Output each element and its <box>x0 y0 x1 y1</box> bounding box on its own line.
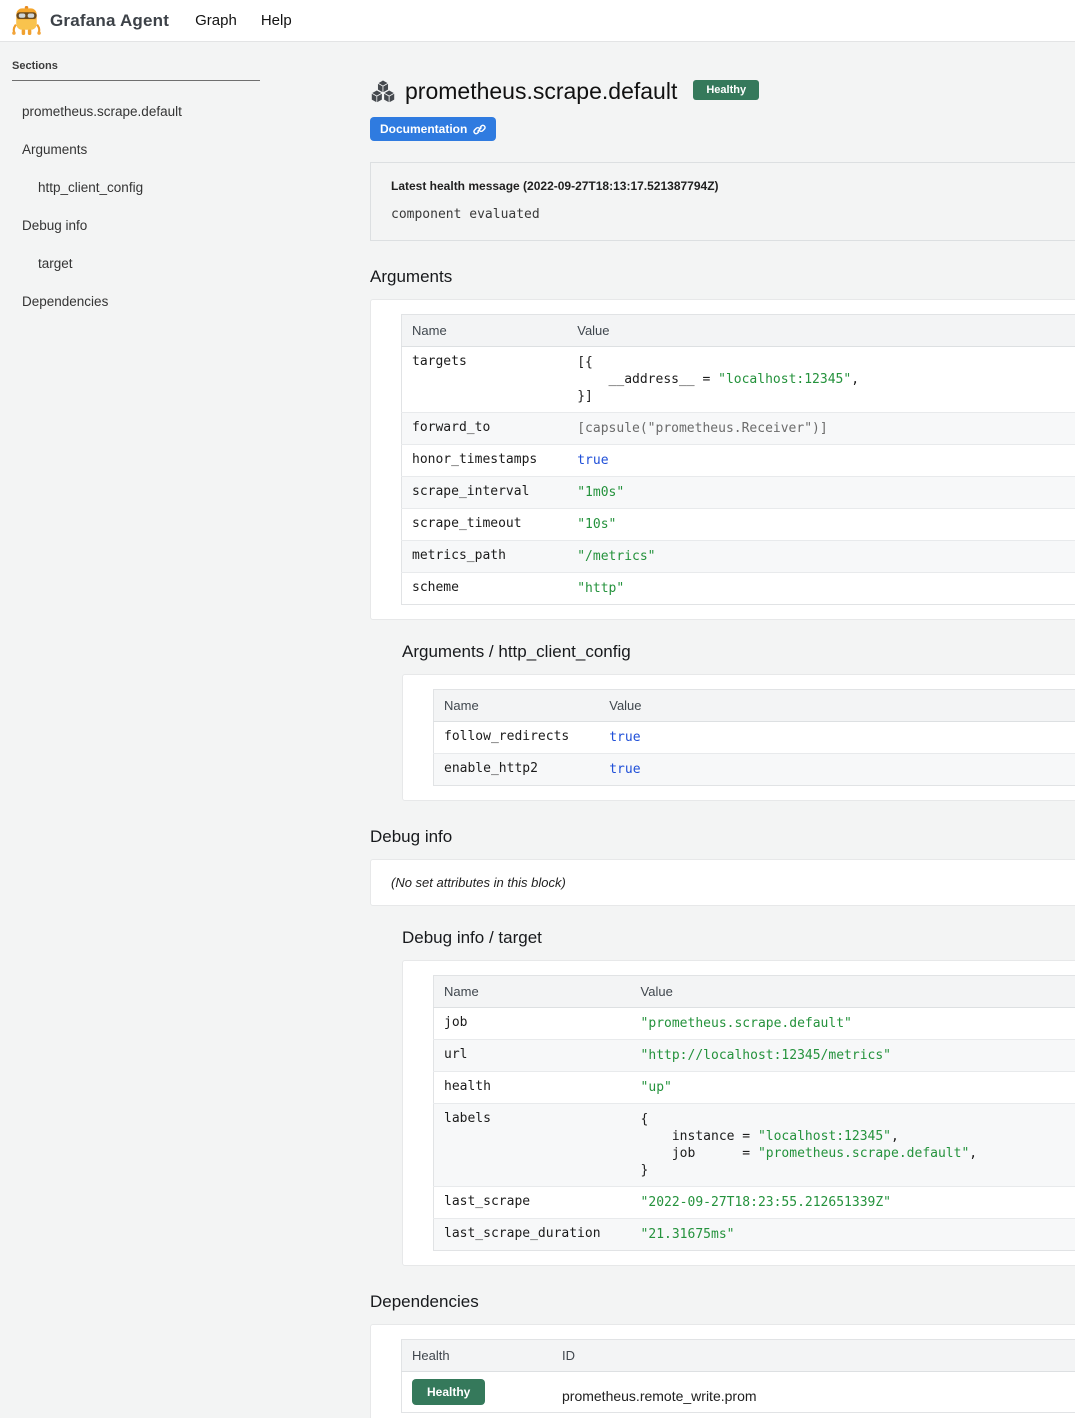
sidebar-item-prometheus-scrape-default[interactable]: prometheus.scrape.default <box>12 104 288 119</box>
nav-item-graph[interactable]: Graph <box>195 12 237 29</box>
top-header: Grafana Agent Graph Help <box>0 0 1075 42</box>
brand-name: Grafana Agent <box>50 11 169 31</box>
grafana-agent-mascot-icon <box>12 5 41 36</box>
dependencies-table: HealthID Healthy prometheus.remote_write.p… <box>401 1339 1075 1413</box>
attribute-name-cell: last_scrape_duration <box>434 1219 631 1251</box>
attribute-value-cell: "http" <box>567 573 1075 605</box>
table-row: honor_timestampstrue <box>402 445 1075 477</box>
http-client-config-heading: Arguments / http_client_config <box>402 642 1075 662</box>
attribute-value-cell: "http://localhost:12345/metrics" <box>631 1040 1075 1072</box>
attribute-value-cell: [capsule("prometheus.Receiver")] <box>567 413 1075 445</box>
debug-target-table: NameValuejob"prometheus.scrape.default"u… <box>433 975 1075 1251</box>
column-header: Name <box>434 690 600 722</box>
arguments-table: NameValuetargets[{ __address__ = "localh… <box>401 314 1075 605</box>
column-header: Name <box>434 976 631 1008</box>
table-row: targets[{ __address__ = "localhost:12345… <box>402 347 1075 413</box>
sections-title: Sections <box>12 60 288 72</box>
table-row: health"up" <box>434 1072 1075 1104</box>
debug-target-heading: Debug info / target <box>402 928 1075 948</box>
attribute-name-cell: honor_timestamps <box>402 445 568 477</box>
arguments-heading: Arguments <box>370 267 1075 287</box>
health-message-text: component evaluated <box>391 207 1075 222</box>
attribute-value-cell: "up" <box>631 1072 1075 1104</box>
health-status-badge: Healthy <box>693 80 759 100</box>
latest-health-message-box: Latest health message (2022-09-27T18:13:… <box>370 162 1075 241</box>
attribute-value-cell: [{ __address__ = "localhost:12345", }] <box>567 347 1075 413</box>
main-content: prometheus.scrape.default Healthy Docume… <box>370 42 1075 1418</box>
debug-target-card: NameValuejob"prometheus.scrape.default"u… <box>402 960 1075 1266</box>
attribute-name-cell: job <box>434 1008 631 1040</box>
debug-info-card: (No set attributes in this block) <box>370 859 1075 906</box>
attribute-value-cell: "/metrics" <box>567 541 1075 573</box>
table-row: scrape_interval"1m0s" <box>402 477 1075 509</box>
attribute-value-cell: true <box>599 722 1075 754</box>
arguments-card: NameValuetargets[{ __address__ = "localh… <box>370 299 1075 620</box>
sidebar-item-arguments[interactable]: Arguments <box>12 142 288 157</box>
link-icon <box>473 123 486 136</box>
http-client-config-table: NameValuefollow_redirectstrueenable_http… <box>433 689 1075 786</box>
debug-info-empty-note: (No set attributes in this block) <box>391 875 1075 890</box>
attribute-value-cell: true <box>599 754 1075 786</box>
dependency-health-cell: Healthy <box>402 1372 553 1413</box>
documentation-button[interactable]: Documentation <box>370 117 496 141</box>
column-header: Health <box>402 1340 553 1372</box>
attribute-value-cell: "1m0s" <box>567 477 1075 509</box>
attribute-value-cell: "prometheus.scrape.default" <box>631 1008 1075 1040</box>
health-message-label: Latest health message (2022-09-27T18:13:… <box>391 179 1075 193</box>
documentation-button-label: Documentation <box>380 122 467 136</box>
sections-divider <box>12 80 260 81</box>
column-header: ID <box>552 1340 1075 1372</box>
attribute-name-cell: url <box>434 1040 631 1072</box>
dependency-health-badge: Healthy <box>412 1379 485 1405</box>
sidebar-item-target[interactable]: target <box>12 256 288 271</box>
attribute-name-cell: health <box>434 1072 631 1104</box>
attribute-name-cell: last_scrape <box>434 1187 631 1219</box>
attribute-name-cell: forward_to <box>402 413 568 445</box>
sections-sidebar: Sections prometheus.scrape.default Argum… <box>0 42 300 309</box>
table-row: follow_redirectstrue <box>434 722 1075 754</box>
dependencies-heading: Dependencies <box>370 1292 1075 1312</box>
dependencies-card: HealthID Healthy prometheus.remote_write.p… <box>370 1324 1075 1418</box>
column-header: Value <box>567 315 1075 347</box>
table-row: scrape_timeout"10s" <box>402 509 1075 541</box>
http-client-config-card: NameValuefollow_redirectstrueenable_http… <box>402 674 1075 801</box>
attribute-value-cell: "21.31675ms" <box>631 1219 1075 1251</box>
dependency-id-cell: prometheus.remote_write.prom <box>552 1372 1075 1413</box>
table-row: url"http://localhost:12345/metrics" <box>434 1040 1075 1072</box>
sidebar-item-http-client-config[interactable]: http_client_config <box>12 180 288 195</box>
attribute-value-cell: true <box>567 445 1075 477</box>
attribute-name-cell: scheme <box>402 573 568 605</box>
attribute-value-cell: "10s" <box>567 509 1075 541</box>
column-header: Value <box>599 690 1075 722</box>
table-row: job"prometheus.scrape.default" <box>434 1008 1075 1040</box>
cubes-icon <box>370 80 396 104</box>
attribute-name-cell: targets <box>402 347 568 413</box>
attribute-value-cell: "2022-09-27T18:23:55.212651339Z" <box>631 1187 1075 1219</box>
attribute-name-cell: metrics_path <box>402 541 568 573</box>
column-header: Value <box>631 976 1075 1008</box>
debug-info-heading: Debug info <box>370 827 1075 847</box>
attribute-value-cell: { instance = "localhost:12345", job = "p… <box>631 1104 1075 1187</box>
page-title: prometheus.scrape.default <box>405 78 677 105</box>
sidebar-item-dependencies[interactable]: Dependencies <box>12 294 288 309</box>
column-header: Name <box>402 315 568 347</box>
attribute-name-cell: enable_http2 <box>434 754 600 786</box>
table-row: last_scrape"2022-09-27T18:23:55.21265133… <box>434 1187 1075 1219</box>
table-row: metrics_path"/metrics" <box>402 541 1075 573</box>
brand: Grafana Agent <box>12 5 169 36</box>
attribute-name-cell: scrape_timeout <box>402 509 568 541</box>
nav-item-help[interactable]: Help <box>261 12 292 29</box>
attribute-name-cell: scrape_interval <box>402 477 568 509</box>
table-row: enable_http2true <box>434 754 1075 786</box>
table-row: labels{ instance = "localhost:12345", jo… <box>434 1104 1075 1187</box>
attribute-name-cell: labels <box>434 1104 631 1187</box>
sidebar-item-debug-info[interactable]: Debug info <box>12 218 288 233</box>
attribute-name-cell: follow_redirects <box>434 722 600 754</box>
table-row: last_scrape_duration"21.31675ms" <box>434 1219 1075 1251</box>
top-nav: Graph Help <box>195 12 292 29</box>
table-row: scheme"http" <box>402 573 1075 605</box>
table-row: forward_to[capsule("prometheus.Receiver"… <box>402 413 1075 445</box>
table-row: Healthy prometheus.remote_write.prom <box>402 1372 1075 1413</box>
